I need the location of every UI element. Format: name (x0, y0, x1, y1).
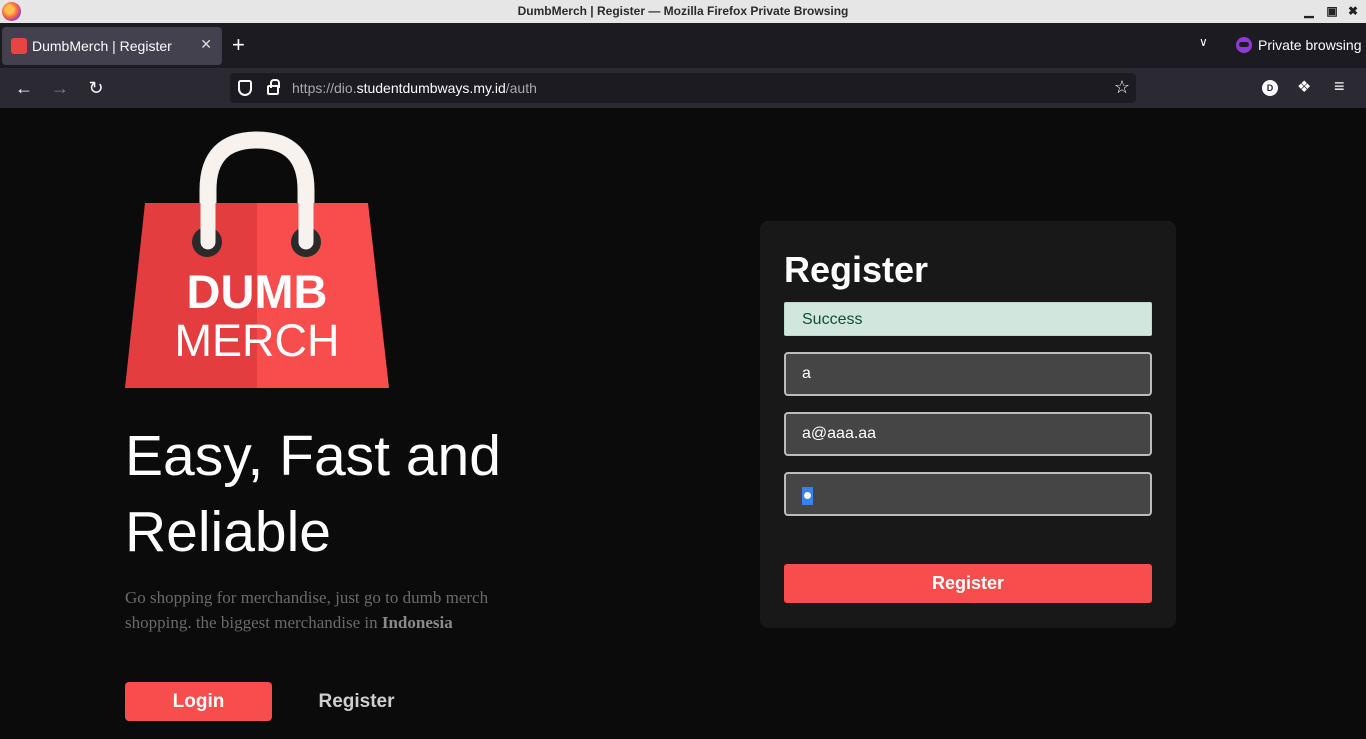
hero-headline: Easy, Fast and Reliable (125, 424, 501, 564)
register-title: Register (784, 249, 929, 290)
navigation-toolbar: ← → ↻ https://dio.studentdumbways.my.id/… (0, 68, 1366, 108)
new-tab-icon[interactable]: + (232, 34, 245, 56)
name-field[interactable] (784, 352, 1152, 396)
dumbmerch-favicon-icon (11, 38, 27, 54)
maximize-icon[interactable]: ▣ (1324, 3, 1340, 19)
login-button[interactable]: Login (125, 682, 272, 721)
password-field[interactable] (784, 472, 1152, 516)
bookmark-star-icon[interactable]: ☆ (1114, 77, 1130, 98)
address-bar[interactable]: https://dio.studentdumbways.my.id/auth ☆ (230, 73, 1136, 103)
hamburger-menu-icon[interactable]: ≡ (1334, 76, 1345, 97)
url-prefix: https://dio. (292, 80, 357, 96)
tab-label: DumbMerch | Register (32, 38, 172, 54)
email-field[interactable] (784, 412, 1152, 456)
extensions-puzzle-icon[interactable]: ❖ (1297, 77, 1311, 97)
forward-arrow-icon[interactable]: → (49, 77, 71, 99)
dumbmerch-logo: DUMB MERCH (125, 131, 389, 388)
hero-description: Go shopping for merchandise, just go to … (125, 585, 545, 635)
private-browsing-indicator: Private browsing (1236, 37, 1362, 53)
hero-description-bold: Indonesia (381, 613, 453, 632)
reload-icon[interactable]: ↻ (85, 77, 107, 99)
private-mask-icon (1236, 37, 1252, 53)
page-content: DUMB MERCH Easy, Fast and Reliable Go sh… (0, 108, 1366, 739)
minimize-icon[interactable]: ▁ (1301, 3, 1317, 19)
chevron-down-icon[interactable]: ∨ (1199, 35, 1208, 49)
account-avatar[interactable]: D (1262, 80, 1278, 96)
close-tab-icon[interactable]: ✕ (200, 36, 212, 53)
password-selected-char (802, 487, 813, 505)
close-window-icon[interactable]: ✖ (1345, 3, 1361, 19)
url-domain: studentdumbways.my.id (356, 80, 506, 96)
url-path: /auth (505, 80, 537, 96)
register-toggle-button[interactable]: Register (293, 682, 420, 721)
shield-icon[interactable] (238, 80, 252, 96)
lock-icon[interactable] (267, 79, 280, 95)
logo-text-dumb: DUMB (187, 265, 328, 318)
register-submit-button[interactable]: Register (784, 564, 1152, 603)
tab-dumbmerch-register[interactable]: DumbMerch | Register ✕ (2, 27, 222, 65)
tab-bar: DumbMerch | Register ✕ + ∨ Private brows… (0, 23, 1366, 68)
private-browsing-label: Private browsing (1258, 37, 1362, 53)
window-title-bar: DumbMerch | Register — Mozilla Firefox P… (0, 0, 1366, 23)
success-alert: Success (784, 302, 1152, 336)
logo-text-merch: MERCH (175, 315, 340, 366)
url-text[interactable]: https://dio.studentdumbways.my.id/auth (292, 80, 537, 96)
register-card: Register Success Register (760, 221, 1176, 628)
back-arrow-icon[interactable]: ← (13, 77, 35, 99)
window-title: DumbMerch | Register — Mozilla Firefox P… (517, 4, 849, 18)
